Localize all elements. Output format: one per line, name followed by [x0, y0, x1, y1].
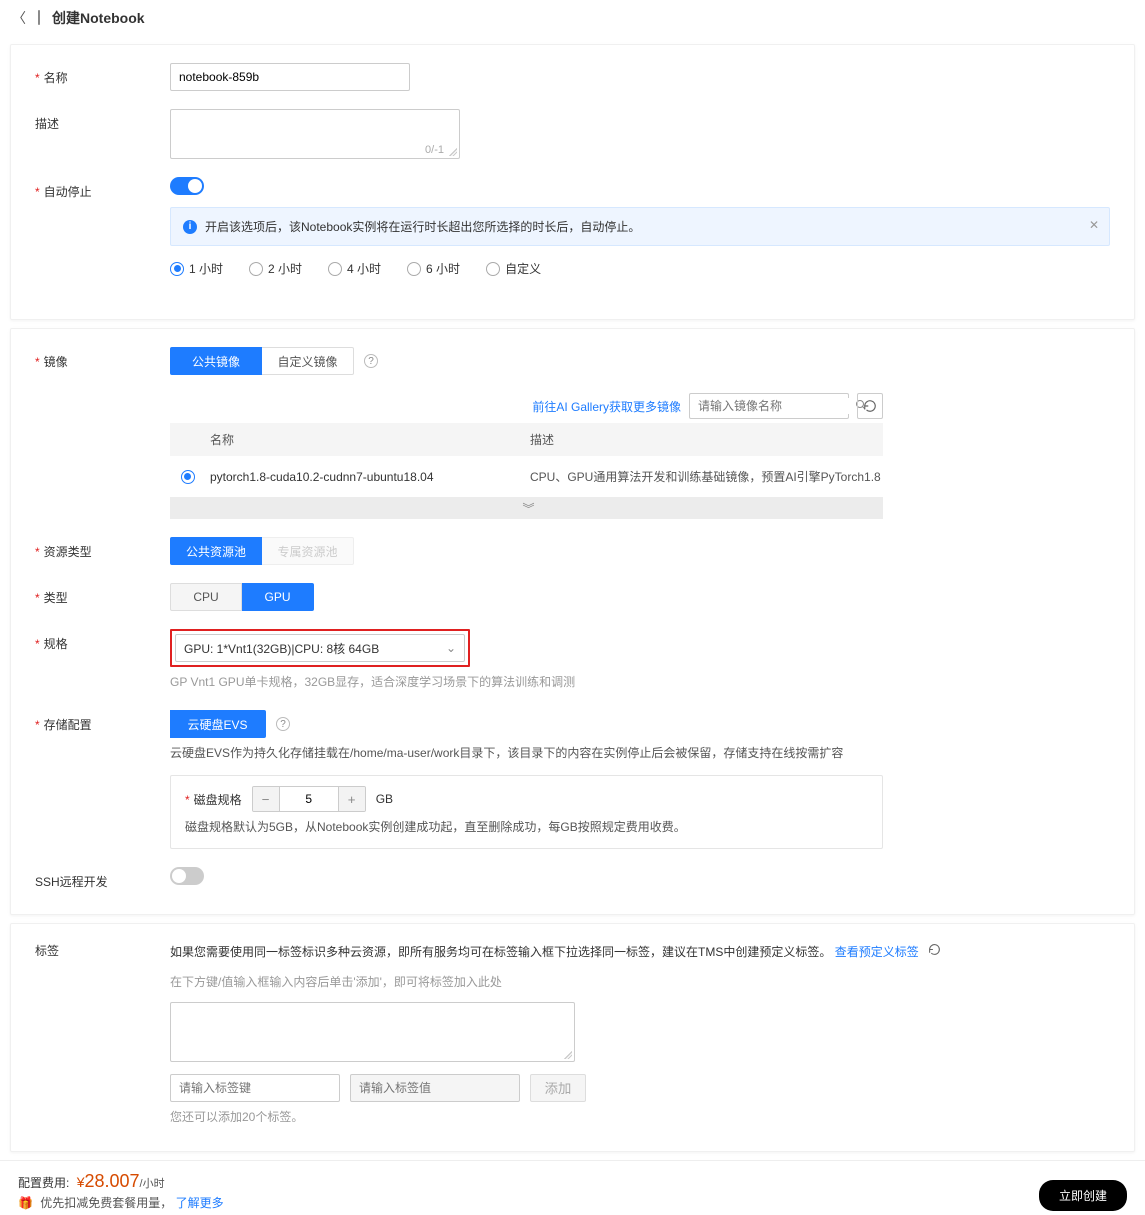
spec-value: GPU: 1*Vnt1(32GB)|CPU: 8核 64GB: [184, 640, 379, 657]
th-name: 名称: [210, 431, 530, 448]
label-autostop: 自动停止: [44, 185, 92, 199]
help-icon[interactable]: ?: [276, 717, 290, 731]
autostop-banner: i 开启该选项后，该Notebook实例将在运行时长超出您所选择的时长后，自动停…: [170, 207, 1110, 246]
radio-6h[interactable]: 6 小时: [407, 260, 460, 277]
disk-stepper[interactable]: − +: [252, 786, 366, 812]
radio-4h[interactable]: 4 小时: [328, 260, 381, 277]
gallery-link[interactable]: 前往AI Gallery获取更多镜像: [532, 398, 681, 415]
tab-gpu[interactable]: GPU: [242, 583, 314, 611]
page-title: 创建Notebook: [52, 8, 145, 28]
spec-highlight: GPU: 1*Vnt1(32GB)|CPU: 8核 64GB ⌄: [170, 629, 470, 667]
chevron-down-icon: ⌄: [446, 641, 456, 655]
help-icon[interactable]: ?: [364, 354, 378, 368]
create-button[interactable]: 立即创建: [1039, 1180, 1127, 1211]
price-per: /小时: [140, 1178, 165, 1190]
tab-cpu[interactable]: CPU: [170, 583, 242, 611]
th-desc: 描述: [530, 431, 883, 448]
info-icon: i: [183, 220, 197, 234]
footer: 配置费用: ¥28.007/小时 🎁 优先扣减免费套餐用量， 了解更多 立即创建: [0, 1160, 1145, 1215]
label-ssh: SSH远程开发: [35, 875, 108, 889]
tag-key-input[interactable]: [170, 1074, 340, 1102]
radio-2h[interactable]: 2 小时: [249, 260, 302, 277]
label-storage: 存储配置: [44, 718, 92, 732]
learn-more-link[interactable]: 了解更多: [176, 1196, 224, 1210]
label-desc: 描述: [35, 117, 59, 131]
image-search-input[interactable]: [696, 398, 855, 414]
disk-unit: GB: [376, 792, 393, 806]
disk-value[interactable]: [279, 787, 339, 811]
coupon-text: 优先扣减免费套餐用量，: [40, 1196, 172, 1210]
label-tags: 标签: [35, 944, 59, 958]
image-search[interactable]: [689, 393, 849, 419]
tags-line2: 在下方键/值输入框输入内容后单击'添加'，即可将标签加入此处: [170, 973, 1110, 992]
tags-remain: 您还可以添加20个标签。: [170, 1108, 1110, 1127]
label-resource: 资源类型: [44, 545, 92, 559]
predefined-tags-link[interactable]: 查看预定义标签: [835, 945, 919, 959]
autostop-options: 1 小时 2 小时 4 小时 6 小时 自定义: [170, 260, 1110, 277]
row-name: pytorch1.8-cuda10.2-cudnn7-ubuntu18.04: [210, 470, 530, 484]
card-tags: 标签 如果您需要使用同一标签标识多种云资源，即所有服务均可在标签输入框下拉选择同…: [10, 923, 1135, 1152]
stepper-plus[interactable]: +: [339, 787, 365, 811]
radio-1h[interactable]: 1 小时: [170, 260, 223, 277]
refresh-tags-icon[interactable]: [928, 945, 941, 959]
label-image: 镜像: [44, 355, 68, 369]
spec-select[interactable]: GPU: 1*Vnt1(32GB)|CPU: 8核 64GB ⌄: [175, 634, 465, 662]
tags-textarea[interactable]: [170, 1002, 575, 1062]
table-row[interactable]: pytorch1.8-cuda10.2-cudnn7-ubuntu18.04 C…: [170, 456, 883, 497]
desc-textarea[interactable]: 0/-1: [170, 109, 460, 159]
storage-hint: 云硬盘EVS作为持久化存储挂载在/home/ma-user/work目录下，该目…: [170, 744, 1110, 763]
tab-public-pool[interactable]: 公共资源池: [170, 537, 262, 565]
tag-value-input: [350, 1074, 520, 1102]
label-name: 名称: [44, 71, 68, 85]
name-input[interactable]: [170, 63, 410, 91]
label-spec: 规格: [44, 637, 68, 651]
ssh-toggle[interactable]: [170, 867, 204, 885]
tags-line1: 如果您需要使用同一标签标识多种云资源，即所有服务均可在标签输入框下拉选择同一标签…: [170, 945, 831, 959]
card-config: *镜像 公共镜像 自定义镜像 ? 前往AI Gallery获取更多镜像: [10, 328, 1135, 915]
disk-hint: 磁盘规格默认为5GB，从Notebook实例创建成功起，直至删除成功，每GB按照…: [185, 818, 868, 837]
tab-custom-image[interactable]: 自定义镜像: [262, 347, 354, 375]
radio-custom[interactable]: 自定义: [486, 260, 541, 277]
tab-dedicated-pool[interactable]: 专属资源池: [262, 537, 354, 565]
close-icon[interactable]: ✕: [1089, 218, 1099, 232]
tab-evs[interactable]: 云硬盘EVS: [170, 710, 266, 738]
back-icon[interactable]: 〈: [12, 8, 26, 28]
tab-public-image[interactable]: 公共镜像: [170, 347, 262, 375]
image-table: 名称 描述 pytorch1.8-cuda10.2-cudnn7-ubuntu1…: [170, 423, 883, 519]
expand-button[interactable]: ︾: [170, 497, 883, 519]
refresh-button[interactable]: [857, 393, 883, 419]
gift-icon: 🎁: [18, 1196, 33, 1210]
row-desc: CPU、GPU通用算法开发和训练基础镜像，预置AI引擎PyTorch1.8: [530, 468, 883, 485]
header-bar: ｜: [32, 8, 46, 28]
spec-hint: GP Vnt1 GPU单卡规格，32GB显存，适合深度学习场景下的算法训练和调测: [170, 673, 1110, 692]
disk-box: *磁盘规格 − + GB 磁盘规格默认为5GB，从Notebook实例创建成功起…: [170, 775, 883, 848]
char-count: 0/-1: [425, 144, 444, 156]
card-basic: *名称 描述 0/-1 *自动停止 i 开启该选项后，该Notebook实例将在…: [10, 44, 1135, 320]
image-radio[interactable]: [181, 470, 200, 484]
disk-label: 磁盘规格: [194, 793, 242, 807]
price-value: 28.007: [84, 1171, 139, 1191]
banner-text: 开启该选项后，该Notebook实例将在运行时长超出您所选择的时长后，自动停止。: [205, 218, 640, 235]
label-type: 类型: [44, 591, 68, 605]
autostop-toggle[interactable]: [170, 177, 204, 195]
add-tag-button[interactable]: 添加: [530, 1074, 586, 1102]
stepper-minus[interactable]: −: [253, 787, 279, 811]
